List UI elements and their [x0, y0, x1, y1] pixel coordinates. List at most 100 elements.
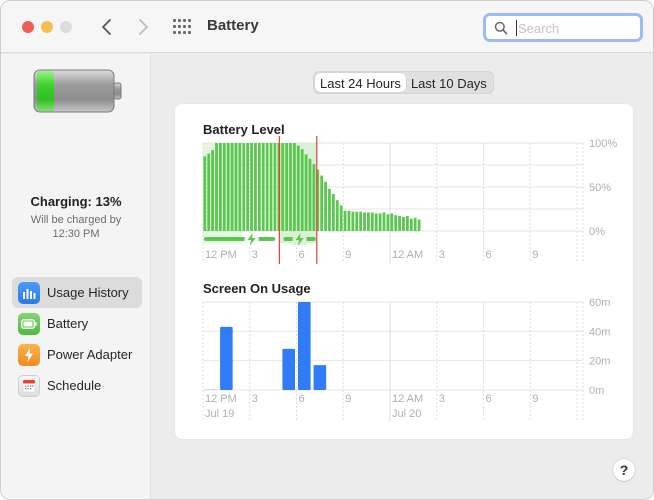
usage-x-tick-label: 12 AM	[392, 393, 423, 405]
charge-estimate: Will be charged by 12:30 PM	[1, 213, 151, 241]
battery-x-tick-label: 12 PM	[205, 249, 237, 261]
battery-bar	[230, 143, 234, 231]
sidebar-item-power-adapter[interactable]: Power Adapter	[12, 339, 142, 370]
battery-bar	[370, 212, 374, 231]
battery-bar	[413, 217, 417, 231]
battery-bar	[308, 158, 312, 231]
battery-level-graphic	[33, 69, 122, 113]
search-field[interactable]	[483, 13, 643, 42]
battery-bar	[386, 214, 390, 231]
battery-bar	[374, 213, 378, 231]
usage-x-tick-label: 3	[252, 393, 258, 405]
usage-bar	[313, 365, 327, 390]
tab-last-10-days[interactable]: Last 10 Days	[406, 73, 492, 92]
battery-bar	[320, 175, 324, 231]
window-title: Battery	[207, 17, 259, 34]
battery-bar	[331, 194, 335, 231]
usage-date-label: Jul 20	[392, 408, 421, 420]
battery-bar	[328, 188, 331, 231]
battery-x-tick-label: 9	[345, 249, 351, 261]
charging-period-bar	[204, 237, 276, 241]
text-cursor	[516, 20, 517, 36]
usage-x-tick-label: 6	[486, 393, 492, 405]
sidebar-item-label: Schedule	[47, 378, 102, 393]
sidebar-item-battery[interactable]: Battery	[12, 308, 142, 339]
battery-bar	[289, 143, 292, 231]
usage-history-card: Battery Level Screen On Usage 100% 50% 0% 1…	[175, 104, 633, 439]
battery-bar	[254, 143, 257, 231]
usage-charts: 100% 50% 0% 12 PM 3 6 9 12 AM 3 6 9 60m 40m 20m 0m 12 P…	[202, 136, 617, 422]
main-content: Last 24 Hours Last 10 Days Battery Level…	[152, 54, 653, 499]
battery-bar	[405, 216, 409, 231]
sidebar-item-label: Usage History	[47, 285, 129, 300]
battery-bar	[339, 205, 343, 231]
back-button[interactable]	[97, 15, 117, 39]
bar-chart-icon	[18, 281, 40, 304]
zoom-window-button[interactable]	[60, 21, 72, 33]
battery-x-tick-label: 6	[299, 249, 305, 261]
battery-bar	[222, 143, 226, 231]
search-icon	[494, 21, 508, 35]
battery-bar	[203, 156, 207, 231]
forward-button[interactable]	[133, 15, 153, 39]
battery-bar	[265, 143, 269, 231]
usage-x-tick-label: 9	[345, 393, 351, 405]
battery-y-tick-label: 50%	[589, 182, 611, 194]
usage-x-tick-label: 3	[439, 393, 445, 405]
charging-status: Charging: 13%	[30, 194, 122, 209]
battery-bar	[417, 219, 421, 231]
help-button[interactable]: ?	[613, 459, 635, 481]
battery-bar	[390, 213, 394, 231]
battery-y-tick-label: 100%	[589, 138, 617, 150]
battery-bar	[207, 153, 211, 231]
show-all-preferences-button[interactable]	[173, 19, 191, 35]
battery-bar	[269, 143, 273, 231]
battery-bar	[402, 216, 405, 231]
minimize-window-button[interactable]	[41, 21, 53, 33]
battery-x-tick-label: 3	[439, 249, 445, 261]
battery-bar	[246, 143, 250, 231]
battery-bar	[226, 143, 230, 231]
battery-bar	[238, 143, 242, 231]
search-input[interactable]	[518, 18, 628, 38]
usage-bar	[220, 326, 233, 390]
battery-x-tick-label: 3	[252, 249, 258, 261]
battery-bar	[363, 212, 366, 231]
battery-x-tick-label: 12 AM	[392, 249, 423, 261]
battery-bar	[312, 164, 316, 231]
sidebar-item-schedule[interactable]: Schedule	[12, 370, 142, 401]
battery-bar	[347, 210, 351, 231]
battery-bar	[409, 218, 413, 231]
battery-preferences-window: Battery Charging: 13% Will be charged by	[0, 0, 654, 500]
close-window-button[interactable]	[22, 21, 34, 33]
sidebar: Charging: 13% Will be charged by 12:30 P…	[1, 54, 151, 499]
battery-bar	[300, 149, 304, 231]
battery-bar	[343, 210, 347, 231]
battery-bar	[211, 150, 214, 231]
usage-x-tick-label: 9	[532, 393, 538, 405]
tab-last-24-hours[interactable]: Last 24 Hours	[315, 73, 406, 92]
battery-bar	[398, 216, 401, 231]
battery-bar	[355, 211, 359, 231]
battery-bar	[378, 213, 382, 231]
chevron-right-icon	[139, 19, 148, 35]
battery-bar	[324, 181, 327, 231]
battery-bar	[281, 143, 285, 231]
sidebar-item-usage-history[interactable]: Usage History	[12, 277, 142, 308]
toolbar: Battery	[1, 1, 653, 53]
sidebar-item-label: Battery	[47, 316, 89, 331]
battery-bar	[382, 212, 386, 231]
battery-bar	[335, 200, 339, 231]
usage-x-tick-label: 6	[299, 393, 305, 405]
battery-bar	[394, 215, 398, 231]
battery-bar	[285, 143, 289, 231]
battery-x-tick-label: 9	[532, 249, 538, 261]
battery-bar	[218, 143, 222, 231]
battery-bar	[261, 143, 265, 231]
battery-icon	[18, 312, 40, 335]
battery-bar	[304, 154, 308, 231]
battery-bar	[273, 143, 277, 231]
usage-bar	[282, 348, 295, 390]
battery-x-tick-label: 6	[486, 249, 492, 261]
battery-bar	[234, 143, 238, 231]
